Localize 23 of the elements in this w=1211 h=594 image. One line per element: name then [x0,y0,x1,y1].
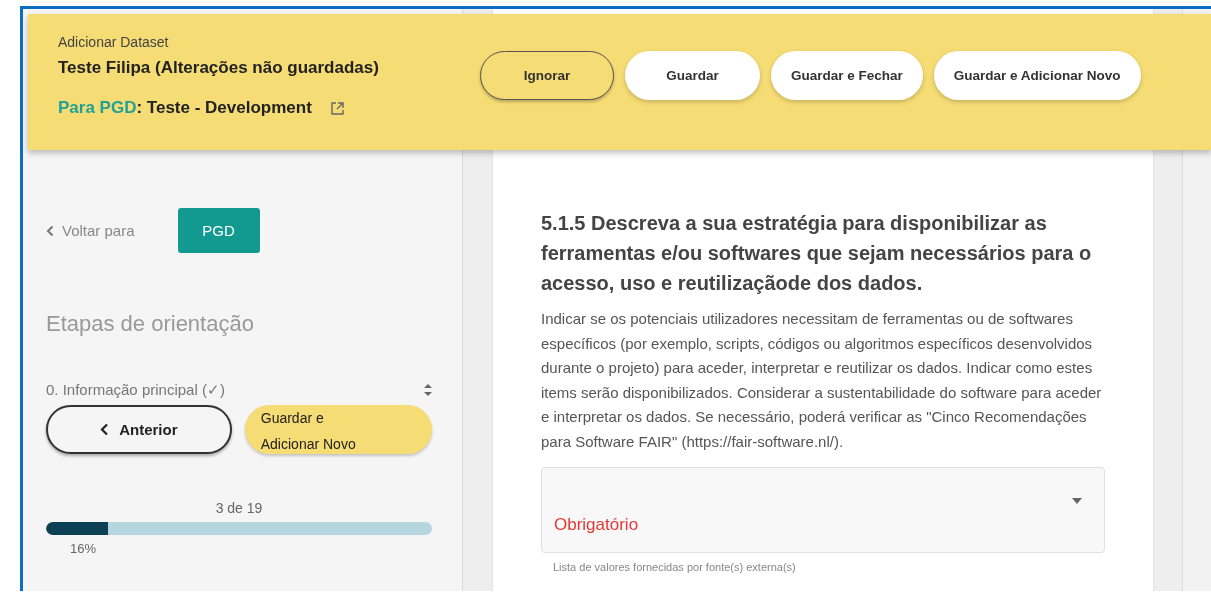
up-down-icon[interactable] [424,384,432,396]
header-button[interactable]: Ignorar [480,51,614,100]
header-button[interactable]: Guardar e Fechar [771,51,923,100]
pgd-name: : Teste - Development [136,98,312,118]
select-field[interactable]: Obrigatório [541,466,1105,553]
question-title: 5.1.5 Descreva a sua estratégia para disponibilizar as ferramentas e/ou softwares que sejam necessários para o acesso, uso e reutilizaçãode dos dados. [541,211,1093,296]
chevron-left-icon [46,224,54,237]
chevron-left-icon [100,423,110,436]
save-add-button[interactable]: Guardar e Adicionar Novo [244,405,432,454]
header-button[interactable]: Guardar [625,51,760,100]
dataset-title: Teste Filipa (Alterações não guardadas) [58,58,380,78]
field-hint: Lista de valores fornecidas por fonte(s) externa(s) [553,560,797,573]
dropdown-caret-icon [1072,497,1082,504]
required-error: Obrigatório [554,514,639,535]
question-description: Indicar se os potenciais utilizadores necessitam de ferramentas ou de softwares específicos (por exemplo, scripts, códigos ou algoritmos específicos desenvolvidos durante o projeto) para aceder, interpretar e reutilizar os dados. Indicar como estes items serão disponibilizados. Considerar a sustentabilidade do software para aceder e interpretar os dados. Se necessário, poderá verificar as "Cinco Recomendações para Software FAIR" (https://fair-software.nl/). [541,309,1103,452]
steps-title: Etapas de orientação [46,311,255,337]
progress-label: 3 de 19 [214,500,264,516]
header-button[interactable]: Guardar e Adicionar Novo [933,51,1141,100]
progress-percent: 16% [70,541,98,556]
external-link-icon[interactable] [329,100,345,116]
previous-button[interactable]: Anterior [46,405,232,454]
step-selector[interactable]: 0. Informação principal (✓) [46,381,225,399]
page-subtitle: Adicionar Dataset [58,34,170,50]
